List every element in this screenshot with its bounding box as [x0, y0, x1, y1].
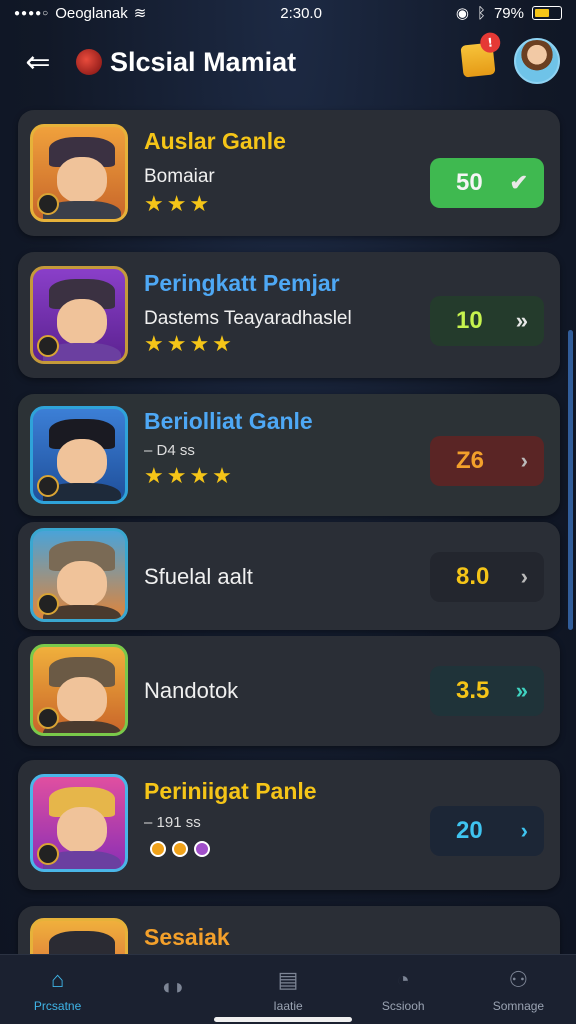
chevron-right-icon: › [520, 564, 528, 589]
page-title: Slcsial Mamiat [110, 46, 297, 77]
tab-label: Prcsatne [33, 998, 82, 1013]
signal-icon: ●●●●○ [14, 7, 50, 19]
item-subtitle: Sfuelal aalt [144, 564, 253, 589]
header: ⇐ Slcsial Mamiat ! [0, 26, 576, 98]
battery-percent: 79% [493, 4, 524, 22]
star-rating: ★★★★ [144, 332, 235, 357]
double-chevron-right-icon: » [515, 308, 528, 333]
game-thumbnail [30, 124, 128, 222]
score-button[interactable]: 3.5 » [430, 666, 544, 716]
back-arrow-icon[interactable]: ⇐ [18, 42, 58, 82]
item-subtitle: – 191 ss [144, 814, 201, 831]
list-item[interactable]: Nandotok 3.5 » [18, 636, 560, 746]
tab-label: Scsiooh [381, 998, 425, 1013]
tab-label: Iaatie [273, 998, 303, 1013]
score-button[interactable]: Z6 › [430, 436, 544, 486]
score-button[interactable]: 20 › [430, 806, 544, 856]
status-bar: ●●●●○ Oeoglanak ≋ 2:30.0 ◉ ᛒ 79% [0, 0, 576, 26]
chat-icon: ◖◗ [159, 973, 187, 999]
score-value: 3.5 [456, 677, 490, 704]
game-thumbnail [30, 644, 128, 736]
item-name: Peringkatt Pemjar [144, 270, 340, 296]
score-value: Z6 [456, 447, 485, 474]
bottom-tab-bar: ⌂ Prcsatne ◖◗ ▤ Iaatie ◔ Scsiooh ⚇ Somna… [0, 954, 576, 1024]
double-chevron-right-icon: » [515, 678, 528, 703]
carrier-name: Oeoglanak [55, 4, 128, 22]
game-thumbnail [30, 406, 128, 504]
home-icon: ⌂ [50, 966, 65, 992]
score-value: 8.0 [456, 563, 490, 590]
score-value: 20 [456, 817, 483, 844]
item-subtitle: Bomaiar [144, 166, 215, 187]
score-value: 50 [456, 169, 483, 196]
tab-leaderboard[interactable]: ◔ Scsiooh [346, 955, 461, 1024]
list-item[interactable]: Auslar Ganle Bomaiar ★★★ 50 ✔ [18, 110, 560, 236]
score-value: 10 [456, 307, 483, 334]
item-subtitle: Dastems Teayaradhaslel [144, 308, 352, 329]
game-thumbnail [30, 774, 128, 872]
document-icon: ▤ [277, 966, 299, 992]
app-logo [76, 49, 102, 75]
avatar[interactable] [514, 38, 560, 84]
score-button[interactable]: 8.0 › [430, 552, 544, 602]
tab-home[interactable]: ⌂ Prcsatne [0, 955, 115, 1024]
notification-badge: ! [479, 31, 502, 54]
score-button[interactable]: 50 ✔ [430, 158, 544, 208]
game-thumbnail [30, 266, 128, 364]
profile-icon: ⚇ [508, 966, 529, 992]
star-rating: ★★★★ [144, 464, 235, 489]
tab-profile[interactable]: ⚇ Somnage [461, 955, 576, 1024]
bluetooth-icon: ᛒ [476, 4, 486, 22]
star-rating: ★★★ [144, 192, 213, 217]
list-item[interactable]: Peringkatt Pemjar Dastems Teayaradhaslel… [18, 252, 560, 378]
item-name: Auslar Ganle [144, 128, 286, 154]
notification-icon[interactable]: ! [460, 31, 502, 78]
status-time: 2:30.0 [280, 4, 322, 22]
tab-label: Somnage [492, 998, 545, 1013]
item-subtitle: – D4 ss [144, 442, 195, 459]
list-item[interactable]: Beriolliat Ganle – D4 ss ★★★★ Z6 › [18, 394, 560, 516]
home-indicator [214, 1017, 352, 1022]
item-name: Sesaiak [144, 924, 230, 950]
check-icon: ✔ [509, 170, 528, 195]
chevron-right-icon: › [520, 818, 528, 843]
item-name: Beriolliat Ganle [144, 408, 313, 434]
list-item[interactable]: Sfuelal aalt 8.0 › [18, 522, 560, 630]
leaderboard-icon: ◔ [396, 966, 410, 992]
reward-icons [144, 836, 210, 861]
tab-chat[interactable]: ◖◗ [115, 955, 230, 1024]
alarm-icon: ◉ [455, 5, 469, 22]
battery-icon [531, 6, 562, 20]
tab-document[interactable]: ▤ Iaatie [230, 955, 345, 1024]
list-item[interactable]: Periniigat Panle – 191 ss 20 › [18, 760, 560, 890]
score-button[interactable]: 10 » [430, 296, 544, 346]
chevron-right-icon: › [520, 448, 528, 473]
scrollbar[interactable] [568, 330, 573, 630]
item-subtitle: Nandotok [144, 678, 239, 703]
wifi-icon: ≋ [133, 5, 147, 22]
game-thumbnail [30, 528, 128, 622]
item-name: Periniigat Panle [144, 778, 317, 804]
